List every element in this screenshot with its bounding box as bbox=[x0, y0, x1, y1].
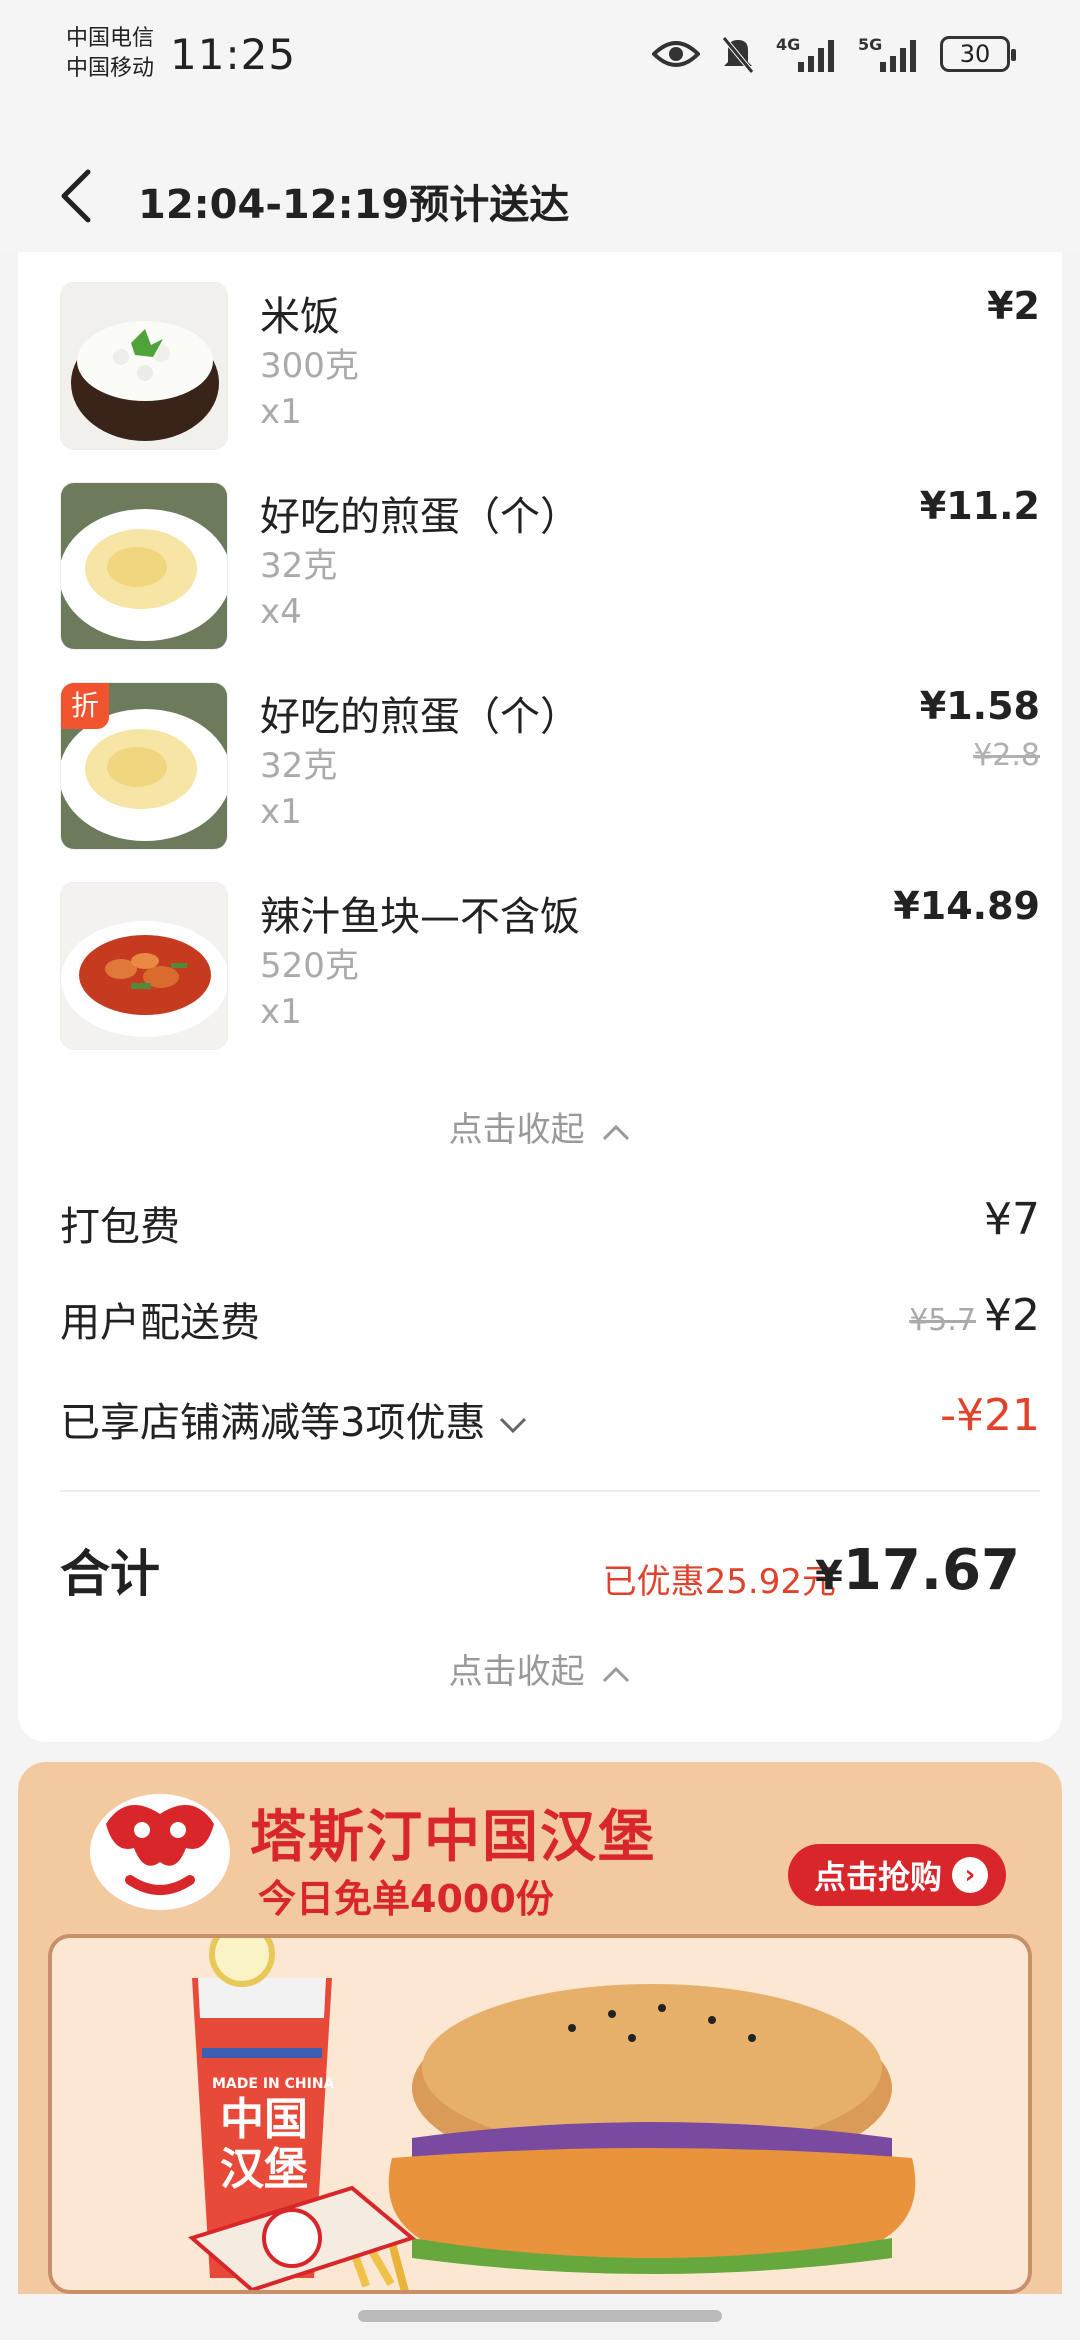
item-price: ¥11.2 bbox=[919, 484, 1040, 528]
burger-promo-image: MADE IN CHINA 中国 汉堡 bbox=[48, 1934, 1032, 2294]
item-original-price: ¥2.8 bbox=[973, 738, 1040, 773]
total-label: 合计 bbox=[60, 1545, 160, 1603]
chevron-down-icon bbox=[500, 1417, 527, 1434]
cup-text-2: 汉堡 bbox=[220, 2144, 308, 2195]
chevron-up-icon bbox=[601, 1112, 631, 1152]
packing-fee-row: 打包费 ¥7 bbox=[60, 1194, 1040, 1254]
discount-row[interactable]: 已享店铺满减等3项优惠 -¥21 bbox=[60, 1390, 1040, 1450]
order-item[interactable]: 好吃的煎蛋（个） 32克 x4 ¥11.2 bbox=[60, 482, 1040, 652]
delivery-fee-label: 用户配送费 bbox=[60, 1300, 260, 1346]
packing-fee-value: ¥7 bbox=[984, 1194, 1040, 1245]
bell-muted-icon bbox=[720, 34, 756, 74]
order-item[interactable]: 折 好吃的煎蛋（个） 32克 x1 ¥1.58 ¥2.8 bbox=[60, 682, 1040, 852]
item-name: 辣汁鱼块—不含饭 bbox=[260, 894, 580, 940]
chevron-right-icon: › bbox=[952, 1857, 988, 1893]
signal-4g-icon: 4G bbox=[776, 34, 838, 74]
banner-title: 塔斯汀中国汉堡 bbox=[250, 1805, 656, 1870]
burger-icon bbox=[388, 1984, 916, 2274]
network-4g-label: 4G bbox=[776, 35, 800, 54]
page-title: 12:04-12:19预计送达 bbox=[138, 182, 570, 228]
item-name: 好吃的煎蛋（个） bbox=[260, 694, 580, 740]
network-5g-label: 5G bbox=[858, 35, 882, 54]
item-name: 米饭 bbox=[260, 294, 340, 340]
delivery-fee-row: 用户配送费 ¥5.7 ¥2 bbox=[60, 1290, 1040, 1350]
fried-egg-icon bbox=[60, 482, 228, 650]
saved-amount: 已优惠25.92元 bbox=[602, 1562, 836, 1602]
status-bar: 中国电信 中国移动 11:25 4G 5G 30 bbox=[0, 0, 1080, 120]
item-name: 好吃的煎蛋（个） bbox=[260, 494, 580, 540]
total-amount-value: 17.67 bbox=[842, 1538, 1020, 1603]
discount-tag: 折 bbox=[61, 683, 109, 729]
cup-text-1: 中国 bbox=[220, 2094, 308, 2145]
carrier-1: 中国电信 bbox=[66, 26, 155, 51]
divider bbox=[60, 1490, 1040, 1492]
item-weight: 520克 bbox=[260, 946, 359, 986]
item-price: ¥14.89 bbox=[893, 884, 1040, 928]
cup-small-text: MADE IN CHINA bbox=[212, 2076, 335, 2092]
item-weight: 300克 bbox=[260, 346, 359, 386]
discount-label: 已享店铺满减等3项优惠 bbox=[60, 1400, 486, 1446]
brand-logo-icon bbox=[86, 1784, 234, 1918]
total-amount: ¥17.67 bbox=[815, 1538, 1020, 1603]
collapse-summary-button[interactable]: 点击收起 bbox=[18, 1644, 1062, 1694]
delivery-fee-value: ¥2 bbox=[984, 1290, 1040, 1341]
delivery-fee-original: ¥5.7 bbox=[909, 1303, 976, 1338]
order-card: 米饭 300克 x1 ¥2 好吃的煎蛋（个） 32克 x4 ¥11.2 折 好吃… bbox=[18, 252, 1062, 1742]
item-quantity: x4 bbox=[260, 592, 302, 632]
item-quantity: x1 bbox=[260, 792, 302, 832]
item-price: ¥2 bbox=[987, 284, 1040, 328]
carrier-2: 中国移动 bbox=[66, 56, 155, 81]
grab-now-button[interactable]: 点击抢购 › bbox=[787, 1844, 1006, 1906]
chevron-up-icon bbox=[601, 1654, 631, 1694]
back-button[interactable] bbox=[54, 166, 104, 226]
delivery-fee-value-group: ¥5.7 ¥2 bbox=[909, 1290, 1040, 1341]
discount-label-group: 已享店铺满减等3项优惠 bbox=[60, 1390, 528, 1448]
collapse-items-button[interactable]: 点击收起 bbox=[18, 1102, 1062, 1152]
item-weight: 32克 bbox=[260, 746, 338, 786]
order-item[interactable]: 辣汁鱼块—不含饭 520克 x1 ¥14.89 bbox=[60, 882, 1040, 1052]
status-time: 11:25 bbox=[170, 30, 297, 79]
signal-5g-icon: 5G bbox=[858, 34, 920, 74]
collapse-label: 点击收起 bbox=[448, 1652, 585, 1692]
home-indicator[interactable] bbox=[358, 2310, 722, 2322]
banner-subtitle: 今日免单4000份 bbox=[258, 1877, 554, 1921]
item-weight: 32克 bbox=[260, 546, 338, 586]
discount-value: -¥21 bbox=[940, 1390, 1040, 1441]
carrier-info: 中国电信 中国移动 bbox=[66, 24, 154, 84]
collapse-label: 点击收起 bbox=[448, 1110, 585, 1150]
battery-icon: 30 bbox=[940, 36, 1016, 72]
spicy-fish-icon bbox=[60, 882, 228, 1050]
page-header: 12:04-12:19预计送达 bbox=[0, 120, 1080, 252]
total-currency: ¥ bbox=[815, 1553, 843, 1599]
promo-banner[interactable]: 塔斯汀中国汉堡 今日免单4000份 点击抢购 › MADE IN CHINA 中… bbox=[18, 1762, 1062, 2294]
item-quantity: x1 bbox=[260, 392, 302, 432]
battery-level: 30 bbox=[959, 40, 991, 68]
fried-egg-icon: 折 bbox=[60, 682, 228, 850]
grab-now-label: 点击抢购 bbox=[813, 1858, 942, 1896]
packing-fee-label: 打包费 bbox=[60, 1204, 180, 1250]
item-price: ¥1.58 bbox=[919, 684, 1040, 728]
eye-icon bbox=[652, 38, 700, 70]
rice-bowl-icon bbox=[60, 282, 228, 450]
chevron-left-icon bbox=[61, 169, 91, 223]
item-quantity: x1 bbox=[260, 992, 302, 1032]
status-icons: 4G 5G 30 bbox=[652, 34, 1016, 74]
order-item[interactable]: 米饭 300克 x1 ¥2 bbox=[60, 282, 1040, 452]
